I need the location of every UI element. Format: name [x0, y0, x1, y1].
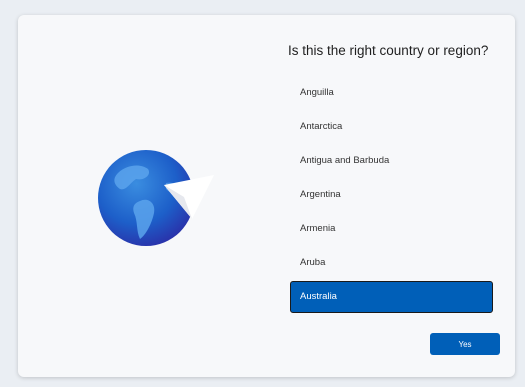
globe-paper-plane-icon	[96, 143, 226, 253]
list-item-armenia[interactable]: Armenia	[290, 213, 493, 245]
list-item-antigua-and-barbuda[interactable]: Antigua and Barbuda	[290, 145, 493, 177]
country-list[interactable]: Anguilla Antarctica Antigua and Barbuda …	[290, 77, 493, 315]
list-item-anguilla[interactable]: Anguilla	[290, 77, 493, 109]
list-item-argentina[interactable]: Argentina	[290, 179, 493, 211]
list-item-antarctica[interactable]: Antarctica	[290, 111, 493, 143]
list-item-australia-selected[interactable]: Australia	[290, 281, 493, 313]
yes-button[interactable]: Yes	[430, 333, 500, 355]
list-item-aruba[interactable]: Aruba	[290, 247, 493, 279]
page-title: Is this the right country or region?	[288, 43, 489, 58]
